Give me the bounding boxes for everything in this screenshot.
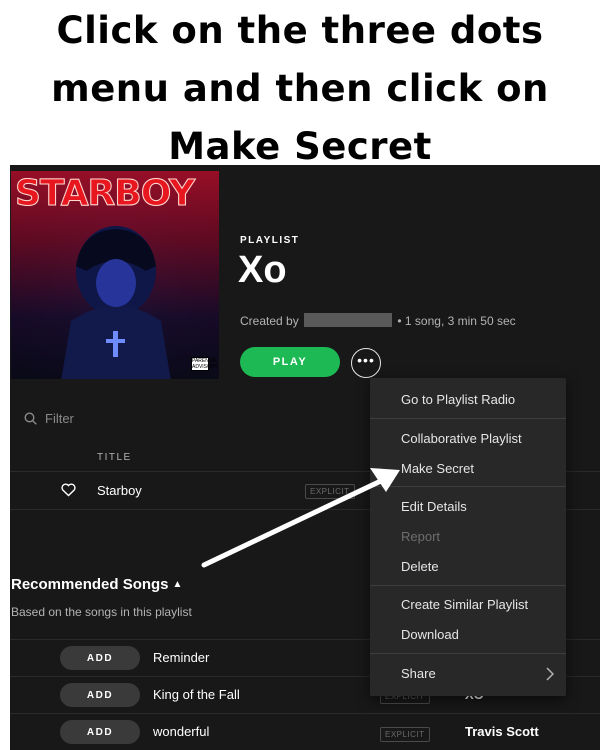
recommended-track-title: wonderful <box>153 724 210 739</box>
add-button[interactable]: ADD <box>60 720 140 744</box>
menu-item-delete[interactable]: Delete <box>401 559 439 574</box>
more-options-button[interactable]: ••• <box>351 348 381 378</box>
recommended-track-title: Reminder <box>153 650 210 665</box>
explicit-badge: EXPLICIT <box>380 727 430 742</box>
menu-separator <box>370 418 566 419</box>
play-button[interactable]: PLAY <box>240 347 340 377</box>
playlist-meta: Created by • 1 song, 3 min 50 sec <box>240 313 516 328</box>
menu-item-edit-details[interactable]: Edit Details <box>401 499 467 514</box>
recommended-subtitle: Based on the songs in this playlist <box>11 605 192 619</box>
artist-figure-image <box>61 226 171 379</box>
caret-up-icon: ▲ <box>172 579 183 590</box>
filter-input[interactable]: Filter <box>24 411 74 426</box>
menu-item-share[interactable]: Share <box>401 666 436 681</box>
menu-item-collaborative[interactable]: Collaborative Playlist <box>401 431 522 446</box>
column-header-title: TITLE <box>97 452 132 463</box>
menu-item-download[interactable]: Download <box>401 627 459 642</box>
chevron-right-icon <box>546 667 554 681</box>
instruction-line-2: menu and then click on <box>51 67 549 110</box>
menu-item-playlist-radio[interactable]: Go to Playlist Radio <box>401 392 515 407</box>
playlist-kind-label: PLAYLIST <box>240 235 300 246</box>
playlist-context-menu: Go to Playlist Radio Collaborative Playl… <box>370 378 566 696</box>
heart-icon[interactable] <box>61 483 76 497</box>
menu-item-make-secret[interactable]: Make Secret <box>401 461 474 476</box>
instruction-line-1: Click on the three dots <box>56 9 544 52</box>
parental-advisory-badge: PARENTAL ADVISORY <box>191 357 218 371</box>
recommended-track-artist[interactable]: Travis Scott <box>465 724 539 739</box>
album-cover: STARBOY PARENTAL ADVISORY <box>11 171 219 379</box>
filter-placeholder: Filter <box>45 411 74 426</box>
recommended-songs-heading[interactable]: Recommended Songs ▲ <box>11 576 182 593</box>
search-icon <box>24 412 37 425</box>
menu-separator <box>370 585 566 586</box>
instruction-caption: Click on the three dots menu and then cl… <box>0 0 600 168</box>
add-button[interactable]: ADD <box>60 646 140 670</box>
album-title-art: STARBOY <box>14 173 195 215</box>
menu-separator <box>370 486 566 487</box>
menu-separator <box>370 653 566 654</box>
explicit-badge: EXPLICIT <box>305 484 355 499</box>
menu-item-report: Report <box>401 529 441 544</box>
recommended-row: ADD wonderful EXPLICIT Travis Scott <box>10 714 600 750</box>
playlist-stats: • 1 song, 3 min 50 sec <box>397 314 516 328</box>
redacted-username <box>304 313 393 327</box>
recommended-track-title: King of the Fall <box>153 687 240 702</box>
add-button[interactable]: ADD <box>60 683 140 707</box>
playlist-title: Xo <box>238 249 287 291</box>
created-by-label: Created by <box>240 314 299 328</box>
track-title: Starboy <box>97 483 142 498</box>
menu-item-create-similar[interactable]: Create Similar Playlist <box>401 597 528 612</box>
